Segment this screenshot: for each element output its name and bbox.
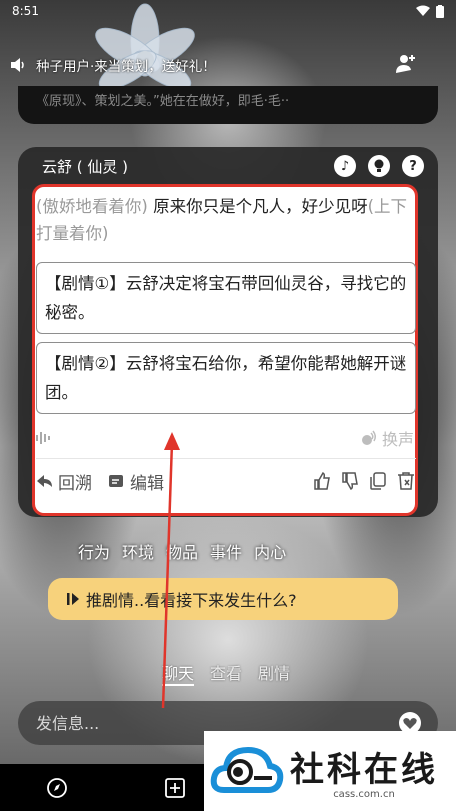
- add-user-icon[interactable]: [394, 52, 418, 76]
- status-bar: 8:51: [0, 0, 456, 22]
- voice-wave-icon: [361, 430, 376, 445]
- change-voice-label: 换声: [381, 430, 414, 449]
- divider: [36, 458, 416, 459]
- suggest-tab-event[interactable]: 事件: [210, 539, 242, 563]
- character-name: 云舒 ( 仙灵 ): [42, 157, 129, 176]
- plot-option-2[interactable]: 【剧情②】云舒将宝石给你，希望你能帮她解开谜团。: [36, 342, 416, 414]
- push-plot-label: 推剧情..看看接下来发生什么?: [86, 591, 297, 610]
- delete-icon[interactable]: [396, 471, 416, 491]
- announcement-text: 种子用户·来当策划，送好礼！: [36, 59, 216, 75]
- rewind-icon: [37, 475, 52, 487]
- rewind-button[interactable]: 回溯: [36, 469, 92, 494]
- compass-icon[interactable]: [46, 777, 68, 799]
- cloud-eye-logo-icon: [210, 746, 284, 793]
- status-time: 8:51: [12, 4, 39, 18]
- plot-option-1[interactable]: 【剧情①】云舒决定将宝石带回仙灵谷，寻找它的秘密。: [36, 262, 416, 334]
- watermark: 社科在线 cass.com.cn: [204, 731, 456, 811]
- wifi-icon: [416, 5, 430, 16]
- watermark-url: cass.com.cn: [333, 789, 395, 800]
- add-square-icon[interactable]: [164, 777, 186, 799]
- copy-icon[interactable]: [368, 471, 388, 491]
- message-input[interactable]: [36, 713, 376, 733]
- edit-icon: [109, 475, 123, 487]
- battery-icon: [436, 4, 444, 18]
- thumbs-up-icon[interactable]: [312, 471, 332, 491]
- suggest-tab-behavior[interactable]: 行为: [78, 539, 110, 563]
- tab-plot[interactable]: 剧情: [258, 660, 290, 686]
- message-actions: 回溯 编辑: [36, 466, 416, 496]
- play-pause-icon: [67, 593, 79, 605]
- character-header: 云舒 ( 仙灵 ) ♪ ?: [18, 150, 438, 182]
- music-icon[interactable]: ♪: [334, 155, 356, 177]
- speaker-icon: [11, 58, 24, 72]
- tab-view[interactable]: 查看: [210, 660, 242, 686]
- thumbs-down-icon[interactable]: [340, 471, 360, 491]
- character-message: (傲娇地看着你) 原来你只是个凡人，好少见呀(上下打量着你): [36, 193, 412, 247]
- message-speech: 原来你只是个凡人，好少见呀: [147, 197, 368, 216]
- message-action: (傲娇地看着你): [36, 197, 148, 216]
- suggest-tab-inner[interactable]: 内心: [254, 539, 286, 563]
- voice-row: 换声: [36, 425, 416, 451]
- push-plot-button[interactable]: 推剧情..看看接下来发生什么?: [48, 578, 398, 620]
- waveform-icon[interactable]: [36, 432, 50, 444]
- change-voice-button[interactable]: 换声: [360, 426, 414, 450]
- rewind-label: 回溯: [58, 473, 92, 494]
- help-icon[interactable]: ?: [402, 155, 424, 177]
- previous-message: 《原现》、策划之美。”她在在做好，即毛·毛··: [18, 86, 438, 124]
- watermark-title: 社科在线: [290, 750, 438, 790]
- lightbulb-icon[interactable]: [368, 155, 390, 177]
- announcement-banner[interactable]: 种子用户·来当策划，送好礼！: [10, 54, 390, 76]
- annotation-arrow: [161, 432, 180, 709]
